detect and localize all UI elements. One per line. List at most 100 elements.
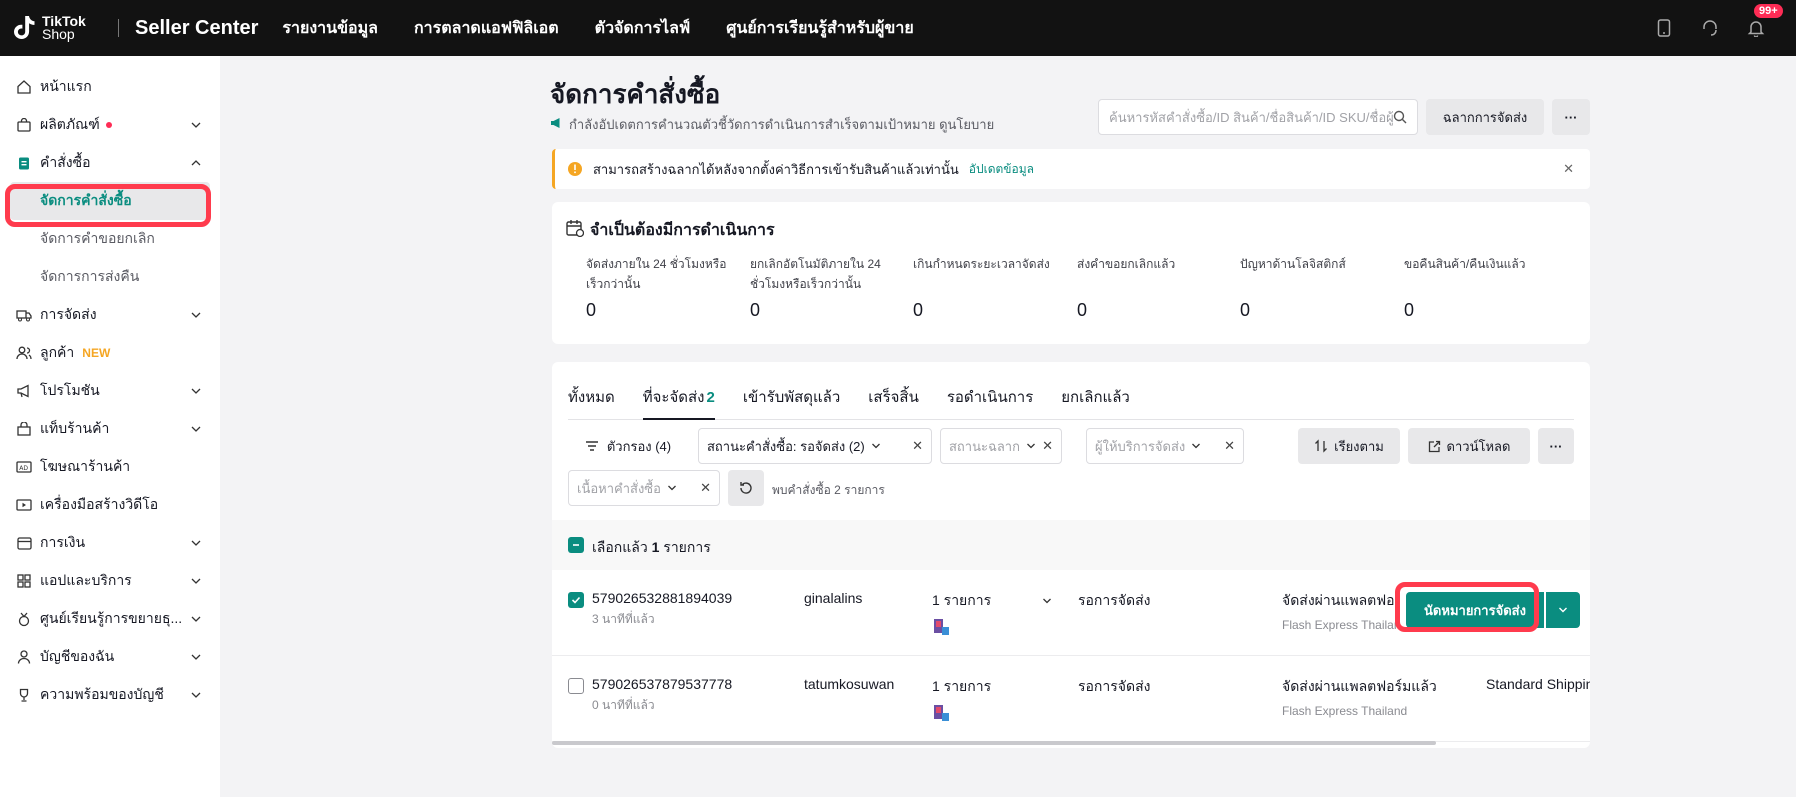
shipping-label-button[interactable]: ฉลากการจัดส่ง	[1426, 99, 1544, 135]
sidebar-item-products[interactable]: ผลิตภัณฑ์	[0, 106, 220, 144]
notification-bell[interactable]: 99+	[1746, 4, 1783, 38]
horizontal-scrollbar[interactable]	[552, 741, 1436, 745]
search-icon[interactable]	[1393, 110, 1407, 124]
nav-data-report[interactable]: รายงานข้อมูล	[282, 16, 378, 41]
app-title: Seller Center	[135, 16, 259, 39]
tab-completed[interactable]: เสร็จสิ้น	[868, 380, 919, 420]
arrange-shipment-dropdown[interactable]	[1546, 592, 1580, 628]
mobile-icon[interactable]	[1654, 18, 1674, 38]
stat-cancel-requests[interactable]: ส่งคำขอยกเลิกแล้ว 0	[1077, 254, 1227, 321]
filter-button[interactable]: ตัวกรอง (4)	[568, 428, 688, 464]
sidebar-item-label: ศูนย์เรียนรู้การขยายธุ...	[40, 610, 183, 626]
wallet-icon	[16, 535, 32, 551]
more-filter-options-button[interactable]: ···	[1538, 428, 1574, 464]
more-options-button[interactable]: ···	[1552, 99, 1590, 135]
stat-label: ปัญหาด้านโลจิสติกส์	[1240, 257, 1346, 271]
stat-auto-cancel-24h[interactable]: ยกเลิกอัตโนมัติภายใน 24 ชั่วโมงหรือเร็วก…	[750, 254, 900, 321]
tab-cancelled[interactable]: ยกเลิกแล้ว	[1061, 380, 1130, 420]
tab-pending[interactable]: รอดำเนินการ	[947, 380, 1033, 420]
clear-icon[interactable]: ✕	[1042, 438, 1053, 454]
headset-icon[interactable]	[1700, 18, 1720, 38]
export-icon	[1428, 440, 1440, 452]
tab-all[interactable]: ทั้งหมด	[568, 380, 615, 420]
stat-value: 0	[1240, 300, 1251, 320]
stat-returns[interactable]: ขอคืนสินค้า/คืนเงินแล้ว 0	[1404, 254, 1554, 321]
order-id[interactable]: 579026537879537778	[592, 676, 732, 692]
order-content-select[interactable]: เนื้อหาคำสั่งซื้อ ✕	[568, 470, 720, 506]
sidebar-item-label: จัดการการส่งคืน	[40, 268, 140, 284]
sidebar-item-label: การจัดส่ง	[40, 306, 97, 322]
buyer-name[interactable]: ginalalins	[804, 590, 862, 606]
product-thumbnail[interactable]	[932, 704, 950, 722]
row-checkbox[interactable]	[568, 592, 584, 608]
selection-prefix: เลือกแล้ว	[592, 539, 648, 555]
label-status-placeholder: สถานะฉลาก	[949, 438, 1020, 454]
sidebar-item-home[interactable]: หน้าแรก	[0, 68, 220, 106]
tab-count: 2	[706, 389, 715, 406]
nav-seller-university[interactable]: ศูนย์การเรียนรู้สำหรับผู้ขาย	[726, 16, 913, 41]
sidebar-item-learning[interactable]: ศูนย์เรียนรู้การขยายธุ...	[0, 600, 220, 638]
chevron-down-icon[interactable]	[1042, 596, 1052, 606]
product-thumbnail[interactable]	[932, 618, 950, 636]
table-row[interactable]: 579026537879537778 0 นาทีที่แล้ว tatumko…	[552, 656, 1590, 742]
order-content-placeholder: เนื้อหาคำสั่งซื้อ	[577, 480, 661, 496]
stat-logistics-issues[interactable]: ปัญหาด้านโลจิสติกส์ 0	[1240, 254, 1390, 321]
sidebar-item-manage-orders[interactable]: จัดการคำสั่งซื้อ	[10, 182, 210, 220]
refresh-icon	[740, 482, 752, 494]
logo-text-shop: Shop	[42, 26, 75, 42]
stat-value: 0	[586, 300, 597, 320]
nav-affiliate[interactable]: การตลาดแอฟฟิลิเอต	[414, 16, 559, 41]
svg-text:AD: AD	[19, 465, 28, 472]
row-checkbox[interactable]	[568, 678, 584, 694]
sidebar-item-my-account[interactable]: บัญชีของฉัน	[0, 638, 220, 676]
clear-icon[interactable]: ✕	[912, 438, 923, 454]
shipping-method: จัดส่งผ่านแพลตฟอร์มแล้ว	[1282, 678, 1437, 694]
label-status-select[interactable]: สถานะฉลาก ✕	[940, 428, 1062, 464]
sidebar-item-orders[interactable]: คำสั่งซื้อ	[0, 144, 220, 182]
sidebar-item-cancellations[interactable]: จัดการคำขอยกเลิก	[0, 220, 220, 258]
table-row[interactable]: 579026532881894039 3 นาทีที่แล้ว ginalal…	[552, 570, 1590, 656]
sidebar-item-video-tools[interactable]: เครื่องมือสร้างวิดีโอ	[0, 486, 220, 524]
order-status-select[interactable]: สถานะคำสั่งซื้อ: รอจัดส่ง (2) ✕	[698, 428, 932, 464]
clear-icon[interactable]: ✕	[1224, 438, 1235, 454]
carrier-select[interactable]: ผู้ให้บริการจัดส่ง ✕	[1086, 428, 1244, 464]
chevron-down-icon	[191, 426, 201, 432]
sidebar-item-shipping[interactable]: การจัดส่ง	[0, 296, 220, 334]
sidebar-item-returns[interactable]: จัดการการส่งคืน	[0, 258, 220, 296]
select-all-checkbox[interactable]	[568, 537, 584, 553]
sidebar-item-shop-ads[interactable]: AD โฆษณาร้านค้า	[0, 448, 220, 486]
download-button[interactable]: ดาวน์โหลด	[1408, 428, 1530, 464]
sort-label: เรียงตาม	[1334, 438, 1384, 454]
search-input[interactable]: ค้นหารหัสคำสั่งซื้อ/ID สินค้า/ชื่อสินค้า…	[1098, 99, 1418, 135]
nav-live-manager[interactable]: ตัวจัดการไลฟ์	[595, 16, 691, 41]
video-icon	[16, 497, 32, 513]
sort-button[interactable]: เรียงตาม	[1298, 428, 1400, 464]
sidebar-item-shop-tab[interactable]: แท็บร้านค้า	[0, 410, 220, 448]
top-nav: รายงานข้อมูล การตลาดแอฟฟิลิเอต ตัวจัดการ…	[282, 16, 913, 41]
close-icon[interactable]: ✕	[1563, 161, 1574, 177]
stat-ship-24h[interactable]: จัดส่งภายใน 24 ชั่วโมงหรือเร็วกว่านั้น 0	[586, 254, 736, 321]
sort-icon	[1315, 439, 1328, 453]
tab-to-ship[interactable]: ที่จะจัดส่ง 2	[642, 380, 715, 420]
stat-overdue[interactable]: เกินกำหนดระยะเวลาจัดส่ง 0	[913, 254, 1063, 321]
sidebar-item-label: จัดการคำสั่งซื้อ	[40, 192, 132, 208]
ad-icon: AD	[16, 459, 32, 475]
sidebar-item-apps[interactable]: แอปและบริการ	[0, 562, 220, 600]
sidebar-item-account-health[interactable]: ความพร้อมของบัญชี	[0, 676, 220, 714]
subtitle-text[interactable]: กำลังอัปเดตการคำนวณตัวชี้วัดการดำเนินการ…	[569, 114, 994, 135]
reset-filters-button[interactable]	[728, 470, 764, 506]
update-info-link[interactable]: อัปเดตข้อมูล	[969, 160, 1034, 179]
clear-icon[interactable]: ✕	[700, 480, 711, 496]
buyer-name[interactable]: tatumkosuwan	[804, 676, 894, 692]
sidebar-item-promotions[interactable]: โปรโมชัน	[0, 372, 220, 410]
order-id[interactable]: 579026532881894039	[592, 590, 732, 606]
order-status: รอการจัดส่ง	[1078, 592, 1151, 608]
selection-number: 1	[651, 539, 660, 555]
tiktok-shop-logo[interactable]: TikTok Shop	[14, 14, 104, 42]
arrange-shipment-button[interactable]: นัดหมายการจัดส่ง	[1406, 592, 1544, 628]
sidebar-item-finance[interactable]: การเงิน	[0, 524, 220, 562]
sidebar-item-customers[interactable]: ลูกค้า NEW	[0, 334, 220, 372]
carrier-placeholder: ผู้ให้บริการจัดส่ง	[1095, 438, 1186, 454]
tab-picked-up[interactable]: เข้ารับพัสดุแล้ว	[743, 380, 840, 420]
sidebar-item-label: บัญชีของฉัน	[40, 648, 115, 664]
